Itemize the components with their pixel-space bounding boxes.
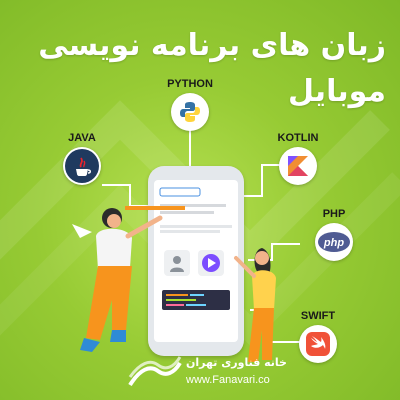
brand-logo	[128, 356, 182, 387]
brand-name: خانه فناوری تهران	[186, 356, 287, 369]
pointer	[125, 206, 185, 210]
people-illustration	[72, 206, 276, 362]
banner: زبان های برنامه نویسی موبایل PYTHON JAVA…	[0, 0, 400, 400]
website-link[interactable]: www.Fanavari.co	[186, 374, 270, 386]
